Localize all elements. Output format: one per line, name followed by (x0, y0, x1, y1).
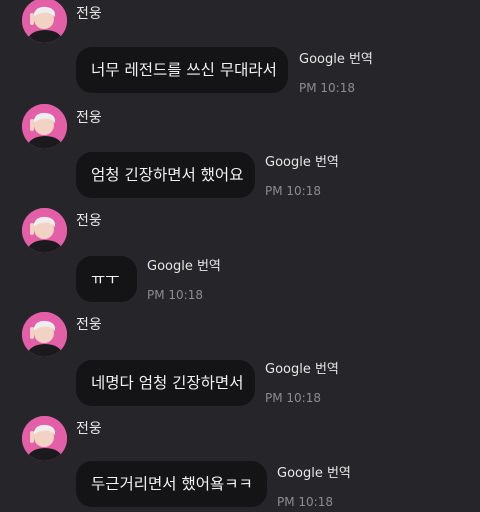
chat-thread: 전웅 너무 레전드를 쓰신 무대라서 Google 번역 PM 10:18 전웅… (0, 0, 480, 512)
avatar-photo-icon (22, 0, 67, 43)
message-time: PM 10:18 (277, 495, 333, 509)
chat-message: 전웅 너무 레전드를 쓰신 무대라서 Google 번역 PM 10:18 (0, 0, 480, 104)
avatar[interactable] (22, 312, 67, 357)
avatar[interactable] (22, 0, 67, 43)
message-bubble: 너무 레전드를 쓰신 무대라서 (76, 47, 288, 93)
avatar-photo-icon (22, 416, 67, 461)
avatar[interactable] (22, 416, 67, 461)
chat-message: 전웅 두근거리면서 했어욬ㅋㅋ Google 번역 PM 10:18 (0, 416, 480, 512)
message-time: PM 10:18 (265, 391, 321, 405)
message-time: PM 10:18 (265, 184, 321, 198)
avatar-photo-icon (22, 104, 67, 149)
google-translate-link[interactable]: Google 번역 (277, 466, 351, 481)
message-bubble: ㅠㅜ (76, 256, 137, 302)
avatar-photo-icon (22, 208, 67, 253)
google-translate-link[interactable]: Google 번역 (147, 259, 221, 274)
message-bubble: 두근거리면서 했어욬ㅋㅋ (76, 461, 267, 507)
message-bubble: 엄청 긴장하면서 했어요 (76, 152, 255, 198)
chat-message: 전웅 네명다 엄청 긴장하면서 Google 번역 PM 10:18 (0, 312, 480, 416)
chat-message: 전웅 ㅠㅜ Google 번역 PM 10:18 (0, 208, 480, 312)
chat-message: 전웅 엄청 긴장하면서 했어요 Google 번역 PM 10:18 (0, 104, 480, 208)
sender-name: 전웅 (76, 213, 102, 229)
sender-name: 전웅 (76, 6, 102, 22)
sender-name: 전웅 (76, 421, 102, 437)
message-time: PM 10:18 (299, 81, 355, 95)
google-translate-link[interactable]: Google 번역 (265, 155, 339, 170)
google-translate-link[interactable]: Google 번역 (299, 52, 373, 67)
message-bubble: 네명다 엄청 긴장하면서 (76, 360, 255, 406)
sender-name: 전웅 (76, 317, 102, 333)
avatar[interactable] (22, 208, 67, 253)
message-time: PM 10:18 (147, 288, 203, 302)
avatar[interactable] (22, 104, 67, 149)
google-translate-link[interactable]: Google 번역 (265, 362, 339, 377)
avatar-photo-icon (22, 312, 67, 357)
sender-name: 전웅 (76, 110, 102, 126)
